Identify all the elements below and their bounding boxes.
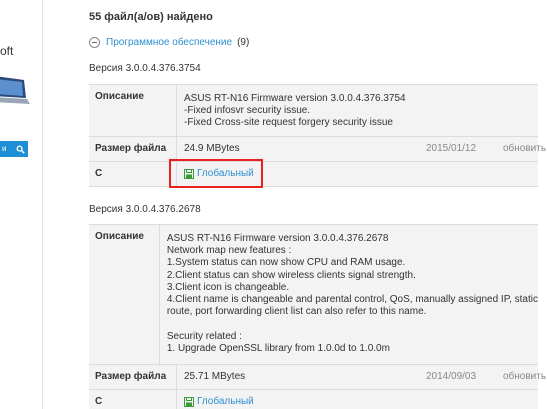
- search-icon[interactable]: [12, 141, 28, 157]
- description-row: Описание ASUS RT-N16 Firmware version 3.…: [89, 85, 538, 137]
- description-line: ASUS RT-N16 Firmware version 3.0.0.4.376…: [184, 93, 406, 104]
- description-line: route, port forwarding client list can a…: [166, 306, 427, 318]
- download-label: Глобальный: [197, 168, 254, 179]
- description-line: 1. Upgrade OpenSSL library from 1.0.0d t…: [166, 342, 390, 354]
- source-label: С: [89, 390, 177, 409]
- firmware-table: Описание ASUS RT-N16 Firmware version 3.…: [89, 84, 546, 187]
- file-size-value: 25.71 MBytes 2014/09/03 обновить: [177, 365, 546, 389]
- file-size: 24.9 MBytes: [184, 143, 240, 154]
- file-size: 25.71 MBytes: [184, 371, 246, 382]
- category-count: (9): [237, 36, 250, 48]
- description-line: -Fixed infosvr security issue.: [184, 105, 311, 117]
- file-size-label: Размер файла: [89, 365, 177, 389]
- sidebar: oft и: [0, 0, 43, 409]
- release-date: 2014/09/03: [426, 371, 477, 382]
- description-row: Описание ASUS RT-N16 Firmware version 3.…: [89, 225, 538, 365]
- source-label: С: [89, 162, 177, 186]
- download-cell: Глобальный: [177, 162, 538, 186]
- collapse-icon[interactable]: [89, 36, 100, 48]
- laptop-icon: [0, 76, 30, 104]
- description-line: Network map new features :: [166, 245, 292, 257]
- description-line: 3.Client icon is changeable.: [166, 281, 290, 293]
- description-label: Описание: [89, 225, 160, 364]
- sidebar-text: oft: [0, 44, 14, 58]
- description-value: ASUS RT-N16 Firmware version 3.0.0.4.376…: [160, 225, 538, 364]
- file-size-row: Размер файла 24.9 MBytes 2015/01/12 обно…: [89, 137, 546, 162]
- description-blank-line: [167, 318, 538, 330]
- firmware-table: Описание ASUS RT-N16 Firmware version 3.…: [89, 224, 546, 409]
- download-cell: Глобальный: [177, 390, 538, 409]
- version-title: Версия 3.0.0.4.376.2678: [89, 204, 201, 215]
- description-line: 4.Client name is changeable and parental…: [166, 294, 538, 306]
- refresh-link[interactable]: обновить: [503, 371, 546, 382]
- category-link[interactable]: Программное обеспечение: [106, 37, 232, 48]
- save-icon: [184, 396, 194, 407]
- description-line: 2.Client status can show wireless client…: [166, 269, 416, 281]
- file-size-label: Размер файла: [89, 137, 177, 161]
- description-label: Описание: [89, 85, 177, 136]
- category-row[interactable]: Программное обеспечение (9): [89, 34, 249, 50]
- download-row: С Глобальный: [89, 390, 538, 409]
- description-line: Security related :: [166, 330, 242, 342]
- page: oft и 55 файл(а/ов) найдено Программное …: [0, 0, 547, 409]
- refresh-link[interactable]: обновить: [503, 143, 546, 154]
- download-global-link[interactable]: Глобальный: [184, 396, 254, 407]
- sidebar-search-label: и: [2, 144, 7, 153]
- download-row: С Глобальный: [89, 162, 538, 187]
- description-line: -Fixed Cross-site request forgery securi…: [184, 117, 393, 129]
- file-size-row: Размер файла 25.71 MBytes 2014/09/03 обн…: [89, 365, 546, 390]
- result-count: 55 файл(а/ов) найдено: [89, 11, 213, 23]
- file-size-value: 24.9 MBytes 2015/01/12 обновить: [177, 137, 546, 161]
- download-global-link[interactable]: Глобальный: [184, 168, 254, 179]
- save-icon: [184, 168, 194, 179]
- description-line: 1.System status can now show CPU and RAM…: [166, 257, 406, 269]
- version-title: Версия 3.0.0.4.376.3754: [89, 63, 201, 74]
- release-date: 2015/01/12: [426, 143, 477, 154]
- description-line: ASUS RT-N16 Firmware version 3.0.0.4.376…: [166, 233, 389, 244]
- download-label: Глобальный: [197, 396, 254, 407]
- description-value: ASUS RT-N16 Firmware version 3.0.0.4.376…: [177, 85, 538, 136]
